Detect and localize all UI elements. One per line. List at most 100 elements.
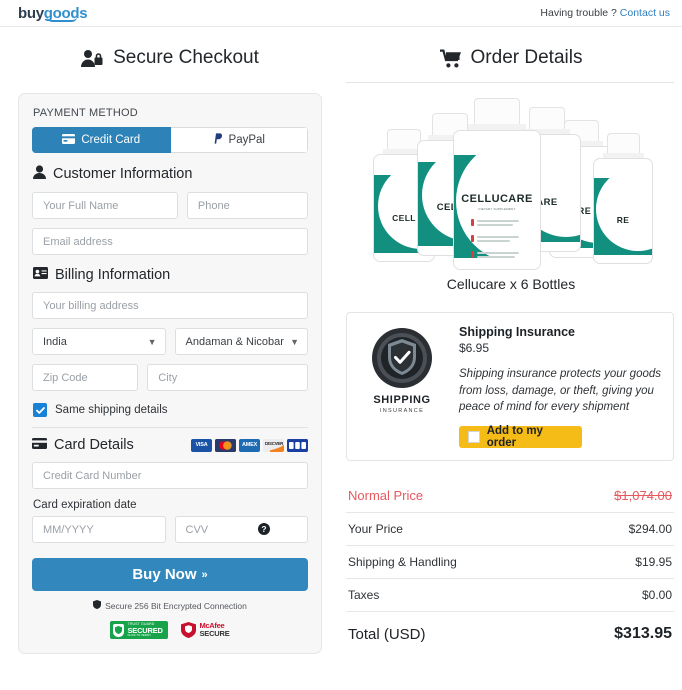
credit-card-icon (32, 437, 47, 453)
your-price-value: $294.00 (628, 522, 672, 537)
same-shipping-label: Same shipping details (55, 404, 168, 416)
billing-information-title: Billing Information (55, 267, 171, 283)
cvv-input[interactable]: CVV (174, 516, 308, 543)
state-select-value: Andaman & Nicobar (185, 335, 284, 348)
same-shipping-checkbox-row[interactable]: Same shipping details (33, 403, 308, 417)
zip-code-input[interactable]: Zip Code (32, 364, 139, 391)
question-mark-icon[interactable]: ? (258, 523, 270, 535)
country-select-value: India (43, 335, 67, 348)
secure-connection-note: Secure 256 Bit Encrypted Connection (32, 600, 308, 611)
card-details-heading: Card Details (32, 437, 134, 453)
trust-guard-badge[interactable]: TRUST GUARD SECURED CLICK TO VERIFY (110, 621, 169, 639)
checkout-page: Secure Checkout PAYMENT METHOD Credit Ca… (0, 27, 682, 654)
total-row-your-price: Your Price $294.00 (346, 513, 674, 547)
mcafee-shield-icon (181, 622, 197, 638)
product-block: CELL CELL RE ARE CELLUCARE DIETARY SUPPL… (340, 83, 682, 292)
logo-text-buy: buy (18, 4, 44, 22)
bottle-label-name: CELLUCARE (461, 193, 533, 205)
trust-badges: TRUST GUARD SECURED CLICK TO VERIFY McAf… (32, 621, 308, 639)
add-to-my-order-button[interactable]: Add to my order (459, 425, 582, 450)
bottle-back-right-2: RE (593, 133, 653, 264)
tab-paypal-label: PayPal (228, 134, 265, 146)
secure-checkout-column: Secure Checkout PAYMENT METHOD Credit Ca… (0, 27, 340, 654)
expiration-label: Card expiration date (33, 499, 137, 511)
email-input[interactable]: Email address (32, 228, 308, 255)
contact-us-link[interactable]: Contact us (620, 7, 670, 19)
top-bar: buygoods Having trouble ? Contact us (0, 0, 682, 27)
mcafee-badge[interactable]: McAfee SECURE (181, 621, 230, 639)
taxes-label: Taxes (348, 588, 380, 603)
paypal-icon (213, 133, 223, 147)
shipping-handling-value: $19.95 (635, 555, 672, 570)
bottle-front: CELLUCARE DIETARY SUPPLEMENT (453, 98, 541, 270)
order-totals: Normal Price $1,074.00 Your Price $294.0… (346, 479, 674, 652)
shipping-handling-label: Shipping & Handling (348, 555, 457, 570)
total-row-shipping: Shipping & Handling $19.95 (346, 546, 674, 580)
secure-connection-text: Secure 256 Bit Encrypted Connection (105, 600, 247, 611)
buy-now-button[interactable]: Buy Now » (32, 558, 308, 591)
payment-method-tabs: Credit Card PayPal (32, 127, 308, 153)
shopping-cart-icon (439, 49, 462, 68)
user-lock-icon (81, 49, 104, 68)
full-name-input[interactable]: Your Full Name (32, 192, 178, 219)
same-shipping-checkbox[interactable] (33, 403, 47, 417)
help-label: Having trouble ? (540, 7, 617, 19)
billing-address-row: Your billing address (32, 292, 308, 319)
amex-icon: AMEX (239, 438, 260, 452)
shipping-insurance-seal-title: SHIPPING (373, 394, 431, 406)
buy-now-arrow-icon: » (201, 568, 208, 581)
product-name: Cellucare x 6 Bottles (446, 276, 576, 292)
shipping-insurance-content: Shipping Insurance $6.95 Shipping insura… (459, 325, 662, 450)
tab-credit-card[interactable]: Credit Card (32, 127, 171, 153)
secure-checkout-heading: Secure Checkout (0, 34, 340, 82)
logo-swoosh-icon (47, 17, 77, 22)
payment-method-label: PAYMENT METHOD (33, 107, 138, 119)
mcafee-line2: SECURE (199, 629, 230, 638)
chevron-down-icon: ▼ (290, 336, 299, 347)
shipping-insurance-seal-icon (371, 327, 433, 389)
customer-email-row: Email address (32, 228, 308, 255)
order-details-title: Order Details (470, 47, 583, 68)
card-details-title: Card Details (54, 437, 134, 453)
credit-card-icon (62, 133, 76, 147)
state-select[interactable]: Andaman & Nicobar ▼ (174, 328, 308, 355)
trust-guard-text: TRUST GUARD SECURED CLICK TO VERIFY (127, 622, 162, 637)
card-number-row: Credit Card Number (32, 462, 308, 489)
credit-card-number-input[interactable]: Credit Card Number (32, 462, 308, 489)
expiry-cvv-row: MM/YYYY CVV ? (32, 516, 308, 543)
card-section-divider (32, 427, 308, 428)
secure-checkout-title: Secure Checkout (113, 47, 259, 68)
shipping-insurance-card: SHIPPING INSURANCE Shipping Insurance $6… (346, 312, 674, 462)
shield-icon (93, 600, 102, 611)
add-to-order-checkbox[interactable] (468, 431, 480, 444)
tab-credit-card-label: Credit Card (81, 134, 141, 146)
mastercard-icon (215, 438, 236, 452)
billing-address-input[interactable]: Your billing address (32, 292, 308, 319)
site-logo[interactable]: buygoods (18, 4, 88, 22)
shipping-insurance-description: Shipping insurance protects your goods f… (459, 368, 662, 414)
chevron-down-icon: ▼ (147, 336, 157, 347)
total-row-normal-price: Normal Price $1,074.00 (346, 479, 674, 514)
add-to-my-order-label: Add to my order (486, 425, 543, 450)
shipping-insurance-seal-sub: INSURANCE (379, 408, 425, 414)
user-icon (33, 165, 46, 183)
tab-paypal[interactable]: PayPal (170, 127, 308, 153)
customer-information-heading: Customer Information (33, 165, 308, 183)
id-card-icon (33, 267, 48, 283)
phone-input[interactable]: Phone (186, 192, 308, 219)
country-select[interactable]: India ▼ (32, 328, 166, 355)
taxes-value: $0.00 (641, 588, 672, 603)
shipping-insurance-badge: SHIPPING INSURANCE (359, 325, 445, 448)
city-input[interactable]: City (147, 364, 308, 391)
customer-name-phone-row: Your Full Name Phone (32, 192, 308, 219)
grand-total-label: Total (USD) (348, 625, 426, 643)
discover-icon: DISCVER (263, 438, 284, 452)
svg-text:DISCVER: DISCVER (265, 441, 284, 446)
shipping-insurance-heading: Shipping Insurance (459, 325, 575, 339)
expiration-input[interactable]: MM/YYYY (32, 516, 166, 543)
total-row-grand-total: Total (USD) $313.95 (346, 612, 674, 652)
help-text: Having trouble ? Contact us (540, 7, 670, 19)
trust-guard-shield-icon (113, 623, 125, 637)
order-details-heading: Order Details (340, 34, 682, 82)
country-state-row: India ▼ Andaman & Nicobar ▼ (32, 328, 308, 355)
